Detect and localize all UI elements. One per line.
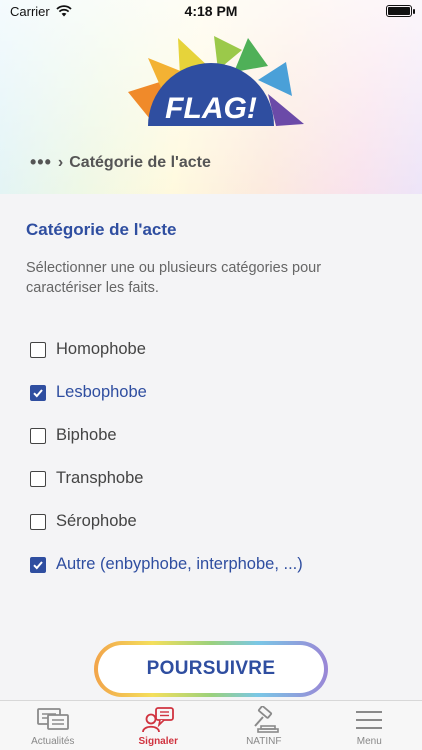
tab-bar: Actualités Signaler NATINF Menu [0, 700, 422, 750]
continue-button[interactable]: POURSUIVRE [98, 645, 324, 693]
chevron-right-icon: › [57, 153, 64, 171]
tab-label: Menu [356, 736, 382, 747]
category-option[interactable]: Autre (enbyphobe, interphobe, ...) [30, 555, 303, 574]
tab-natinf[interactable]: NATINF [211, 701, 317, 750]
tab-label: Actualités [31, 736, 75, 747]
option-label: Autre (enbyphobe, interphobe, ...) [56, 555, 303, 573]
continue-button-border: POURSUIVRE [94, 641, 328, 697]
news-icon [36, 708, 69, 730]
tab-label: Signaler [138, 736, 178, 747]
flag-logo: FLAG! [128, 36, 304, 126]
category-option[interactable]: Biphobe [30, 426, 117, 445]
report-icon [142, 707, 175, 733]
checkbox-checked[interactable] [30, 384, 46, 401]
breadcrumb-ellipsis[interactable]: ••• [30, 152, 52, 173]
option-label: Sérophobe [56, 512, 137, 530]
checkmark-icon [33, 388, 43, 397]
category-option[interactable]: Homophobe [30, 340, 146, 359]
category-option[interactable]: Transphobe [30, 469, 143, 488]
checkbox-unchecked[interactable] [30, 513, 46, 530]
section-title: Catégorie de l'acte [26, 220, 177, 239]
option-label: Lesbophobe [56, 383, 147, 401]
checkbox-checked[interactable] [30, 556, 46, 573]
category-option[interactable]: Lesbophobe [30, 383, 147, 402]
carrier-label: Carrier [10, 3, 50, 19]
option-label: Transphobe [56, 469, 144, 487]
option-label: Homophobe [56, 340, 146, 358]
checkmark-icon [33, 560, 43, 569]
tab-label: NATINF [246, 736, 282, 747]
gavel-icon [254, 706, 279, 733]
checkbox-unchecked[interactable] [30, 427, 46, 444]
status-bar: Carrier 4:18 PM [0, 0, 422, 22]
battery-icon [386, 5, 415, 17]
breadcrumb: ••• › Catégorie de l'acte [30, 152, 211, 173]
checkbox-unchecked[interactable] [30, 470, 46, 487]
section-description: Sélectionner une ou plusieurs catégories… [26, 260, 322, 296]
option-label: Biphobe [56, 426, 117, 444]
wifi-icon [56, 5, 72, 17]
hamburger-menu-icon [356, 711, 383, 729]
tab-menu[interactable]: Menu [317, 701, 422, 750]
header-banner: FLAG! ••• › Catégorie de l'acte [0, 0, 422, 194]
tab-actualites[interactable]: Actualités [0, 701, 106, 750]
checkbox-unchecked[interactable] [30, 341, 46, 358]
category-option[interactable]: Sérophobe [30, 512, 137, 531]
logo-text: FLAG! [165, 92, 257, 125]
breadcrumb-current: Catégorie de l'acte [69, 153, 211, 171]
tab-signaler[interactable]: Signaler [106, 701, 212, 750]
